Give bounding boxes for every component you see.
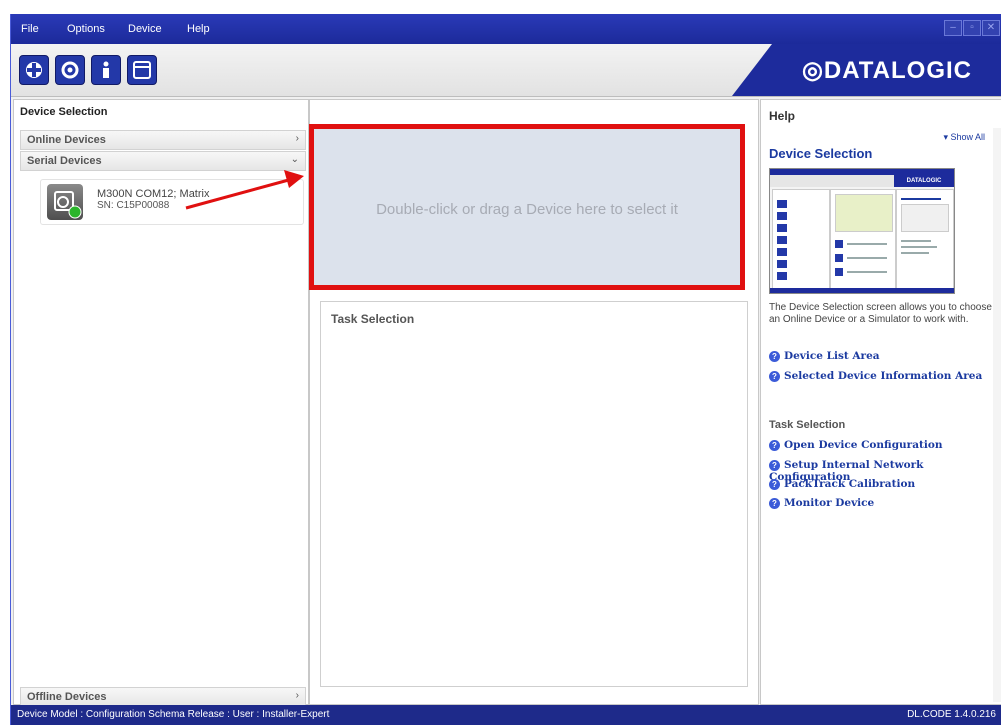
chevron-right-icon: › (295, 690, 299, 701)
task-selection-panel: Task Selection (320, 301, 748, 687)
serial-devices-header[interactable]: Serial Devices ⌄ (20, 151, 306, 171)
device-drop-zone[interactable]: Double-click or drag a Device here to se… (309, 124, 745, 290)
chevron-right-icon: › (295, 133, 299, 144)
getting-started-button[interactable] (19, 55, 49, 85)
menu-options[interactable]: Options (67, 23, 105, 35)
help-circle-icon: ? (769, 440, 780, 451)
device-config-button[interactable] (55, 55, 85, 85)
help-circle-icon: ? (769, 498, 780, 509)
main-content: Device Selection Online Devices › Serial… (11, 97, 1001, 707)
help-link-device-list-area[interactable]: ? Device List Area (769, 350, 880, 362)
maximize-icon[interactable]: ▫ (963, 20, 981, 36)
drop-zone-hint: Double-click or drag a Device here to se… (376, 201, 678, 218)
help-link-selected-device-info[interactable]: ? Selected Device Information Area (769, 370, 982, 382)
version-label: DL.CODE 1.4.0.216 (907, 709, 996, 720)
app-window: File Options Device Help – ▫ ✕ ◎DATALOGI… (10, 14, 1001, 725)
serial-devices-label: Serial Devices (27, 155, 102, 167)
scanner-device-icon (47, 184, 83, 220)
device-item[interactable]: M300N COM12; Matrix SN: C15P00088 (40, 179, 304, 225)
help-scrollbar[interactable] (993, 128, 1001, 702)
info-icon (103, 61, 109, 78)
info-button[interactable] (91, 55, 121, 85)
menu-help[interactable]: Help (187, 23, 210, 35)
device-config-icon (61, 61, 79, 79)
menu-bar: File Options Device Help – ▫ ✕ (11, 14, 1001, 44)
help-circle-icon: ? (769, 460, 780, 471)
offline-devices-header[interactable]: Offline Devices › (20, 687, 306, 707)
help-title: Help (769, 109, 796, 123)
show-all-link[interactable]: ▾ Show All (943, 132, 985, 143)
device-name: M300N COM12; Matrix (97, 188, 210, 200)
menu-file[interactable]: File (21, 23, 39, 35)
window-controls: – ▫ ✕ (943, 20, 1000, 36)
datalogic-logo: ◎DATALOGIC (801, 57, 972, 84)
minimize-icon[interactable]: – (944, 20, 962, 36)
help-circle-icon: ? (769, 479, 780, 490)
help-link-packtrack-calibration[interactable]: ? PackTrack Calibration (769, 478, 915, 490)
task-selection-title: Task Selection (331, 312, 415, 326)
help-panel: Help ▾ Show All Device Selection DATALOG… (760, 99, 1001, 705)
help-screenshot-thumbnail: DATALOGIC (769, 168, 955, 294)
help-task-selection-header: Task Selection (769, 419, 846, 431)
device-serial-number: SN: C15P00088 (97, 200, 170, 211)
toolbar: ◎DATALOGIC (11, 44, 1001, 97)
help-link-monitor-device[interactable]: ? Monitor Device (769, 497, 874, 509)
close-icon[interactable]: ✕ (982, 20, 1000, 36)
device-selection-panel: Device Selection Online Devices › Serial… (13, 99, 309, 707)
help-heading: Device Selection (769, 146, 873, 161)
help-circle-icon: ? (769, 371, 780, 382)
help-link-open-device-configuration[interactable]: ? Open Device Configuration (769, 439, 942, 451)
window-icon (133, 61, 151, 79)
status-bar: Device Model : Configuration Schema Rele… (11, 705, 1001, 725)
offline-devices-label: Offline Devices (27, 691, 107, 703)
help-description: The Device Selection screen allows you t… (769, 302, 992, 325)
menu-device[interactable]: Device (128, 23, 162, 35)
chevron-down-icon: ⌄ (290, 154, 299, 165)
panel-title: Device Selection (20, 106, 108, 118)
status-info: Device Model : Configuration Schema Rele… (17, 709, 330, 720)
window-button[interactable] (127, 55, 157, 85)
getting-started-icon (26, 62, 42, 78)
logo-band: ◎DATALOGIC (732, 44, 1001, 96)
help-circle-icon: ? (769, 351, 780, 362)
online-devices-header[interactable]: Online Devices › (20, 130, 306, 150)
online-devices-label: Online Devices (27, 134, 106, 146)
